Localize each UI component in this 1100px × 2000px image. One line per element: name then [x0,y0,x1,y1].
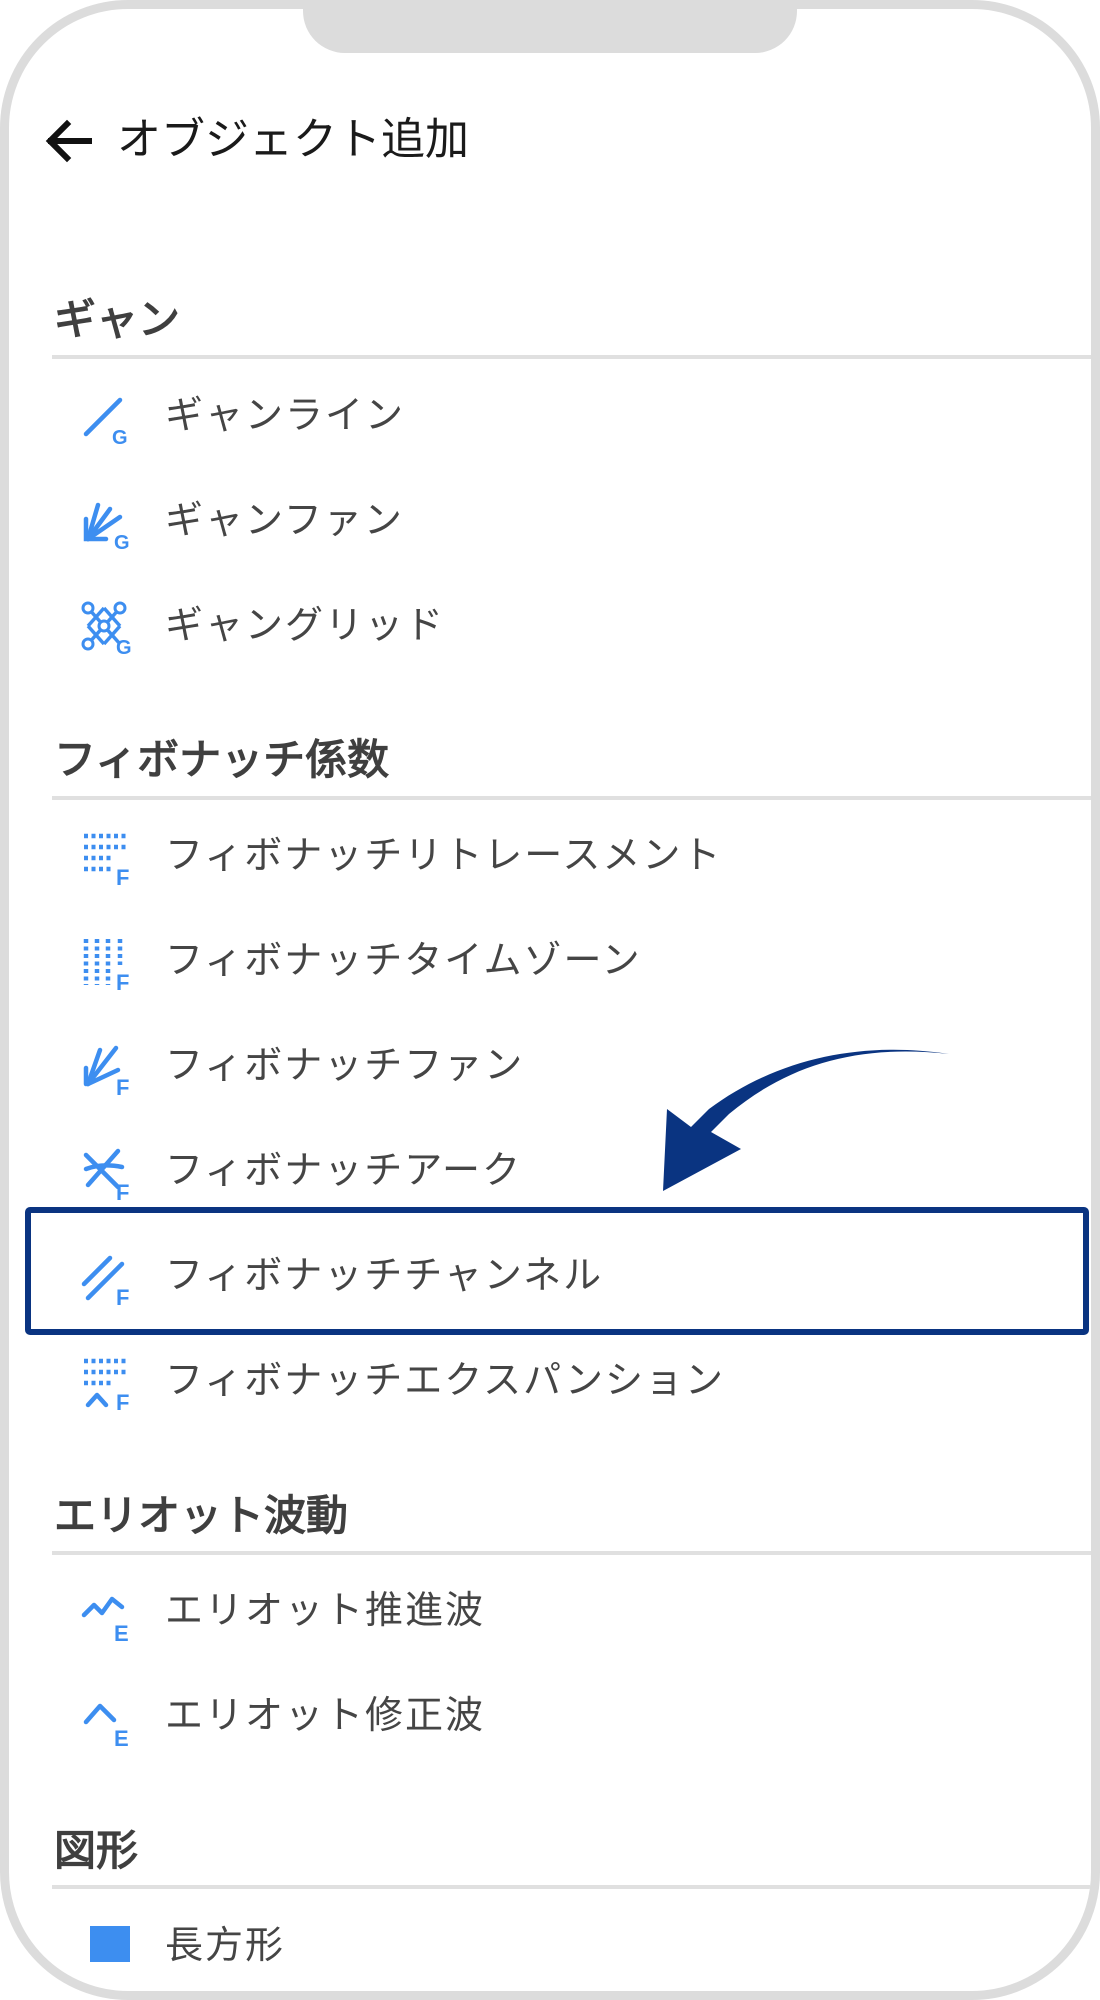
list-item-fibonacci-retracement[interactable]: F フィボナッチリトレースメント [23,810,1083,900]
list-item-label: フィボナッチリトレースメント [165,833,723,877]
curved-arrow-icon [663,1049,949,1191]
fibonacci-expansion-icon: F [84,1358,129,1411]
gann-grid-icon: G [81,601,132,656]
list-item-label: ギャンライン [165,393,406,437]
list-item-elliott-corrective[interactable]: E エリオット修正波 [23,1670,1083,1760]
phone-frame: オブジェクト追加 ギャン G ギャンライン G ギャンファン G ギャングリッド… [0,0,1100,2000]
list-item-label: フィボナッチチャンネル [165,1253,604,1297]
section-divider [52,1551,1091,1555]
svg-text:F: F [116,1180,129,1201]
arrow-left-icon[interactable] [39,111,99,171]
svg-text:E: E [114,1726,129,1746]
list-item-gann-fan[interactable]: G ギャンファン [23,475,1083,565]
gann-fan-icon: G [83,502,130,551]
fibonacci-fan-icon: F [83,1045,129,1096]
section-title-gann: ギャン [54,295,181,344]
list-item-label: エリオット修正波 [165,1693,486,1737]
elliott-corrective-wave-icon: E [83,1703,129,1746]
list-item-label: フィボナッチアーク [165,1148,522,1192]
svg-text:F: F [116,865,129,886]
fibonacci-retracement-icon: F [84,833,129,886]
rectangle-icon [90,1926,130,1962]
fibonacci-timezone-icon: F [83,939,129,991]
section-divider [52,355,1091,359]
fibonacci-channel-icon: F [81,1255,129,1306]
list-item-label: フィボナッチエクスパンション [165,1358,726,1402]
section-title-elliott: エリオット波動 [54,1491,349,1540]
list-item-label: フィボナッチファン [165,1043,525,1087]
svg-text:F: F [116,1075,129,1096]
section-title-fibonacci: フィボナッチ係数 [54,735,390,784]
svg-text:E: E [114,1621,129,1641]
page-title: オブジェクト追加 [117,114,469,165]
section-divider [52,1885,1091,1889]
list-item-fibonacci-expansion[interactable]: F フィボナッチエクスパンション [23,1335,1083,1425]
app-header: オブジェクト追加 [9,101,1091,181]
list-item-fibonacci-channel[interactable]: F フィボナッチチャンネル [23,1230,1083,1320]
svg-text:F: F [116,1285,129,1306]
fibonacci-arc-icon: F [83,1148,129,1201]
list-item-gann-grid[interactable]: G ギャングリッド [23,580,1083,670]
gann-line-icon: G [83,397,128,446]
section-title-shapes: 図形 [54,1826,139,1875]
list-item-label: フィボナッチタイムゾーン [165,938,642,982]
list-item-label: 長方形 [165,1923,286,1967]
svg-text:G: G [112,427,128,446]
list-item-fibonacci-timezone[interactable]: F フィボナッチタイムゾーン [23,915,1083,1005]
list-item-rectangle[interactable]: 長方形 [23,1900,1083,1990]
section-divider [52,796,1091,800]
list-item-label: ギャングリッド [165,603,446,647]
svg-text:F: F [116,970,129,991]
list-item-gann-line[interactable]: G ギャンライン [23,370,1083,460]
list-item-label: エリオット推進波 [165,1588,486,1632]
list-item-elliott-impulse[interactable]: E エリオット推進波 [23,1565,1083,1655]
svg-text:G: G [114,532,130,551]
elliott-impulse-wave-icon: E [81,1596,129,1641]
svg-text:F: F [116,1390,129,1411]
svg-text:G: G [116,637,132,656]
phone-notch [303,9,797,53]
list-item-label: ギャンファン [165,498,404,542]
